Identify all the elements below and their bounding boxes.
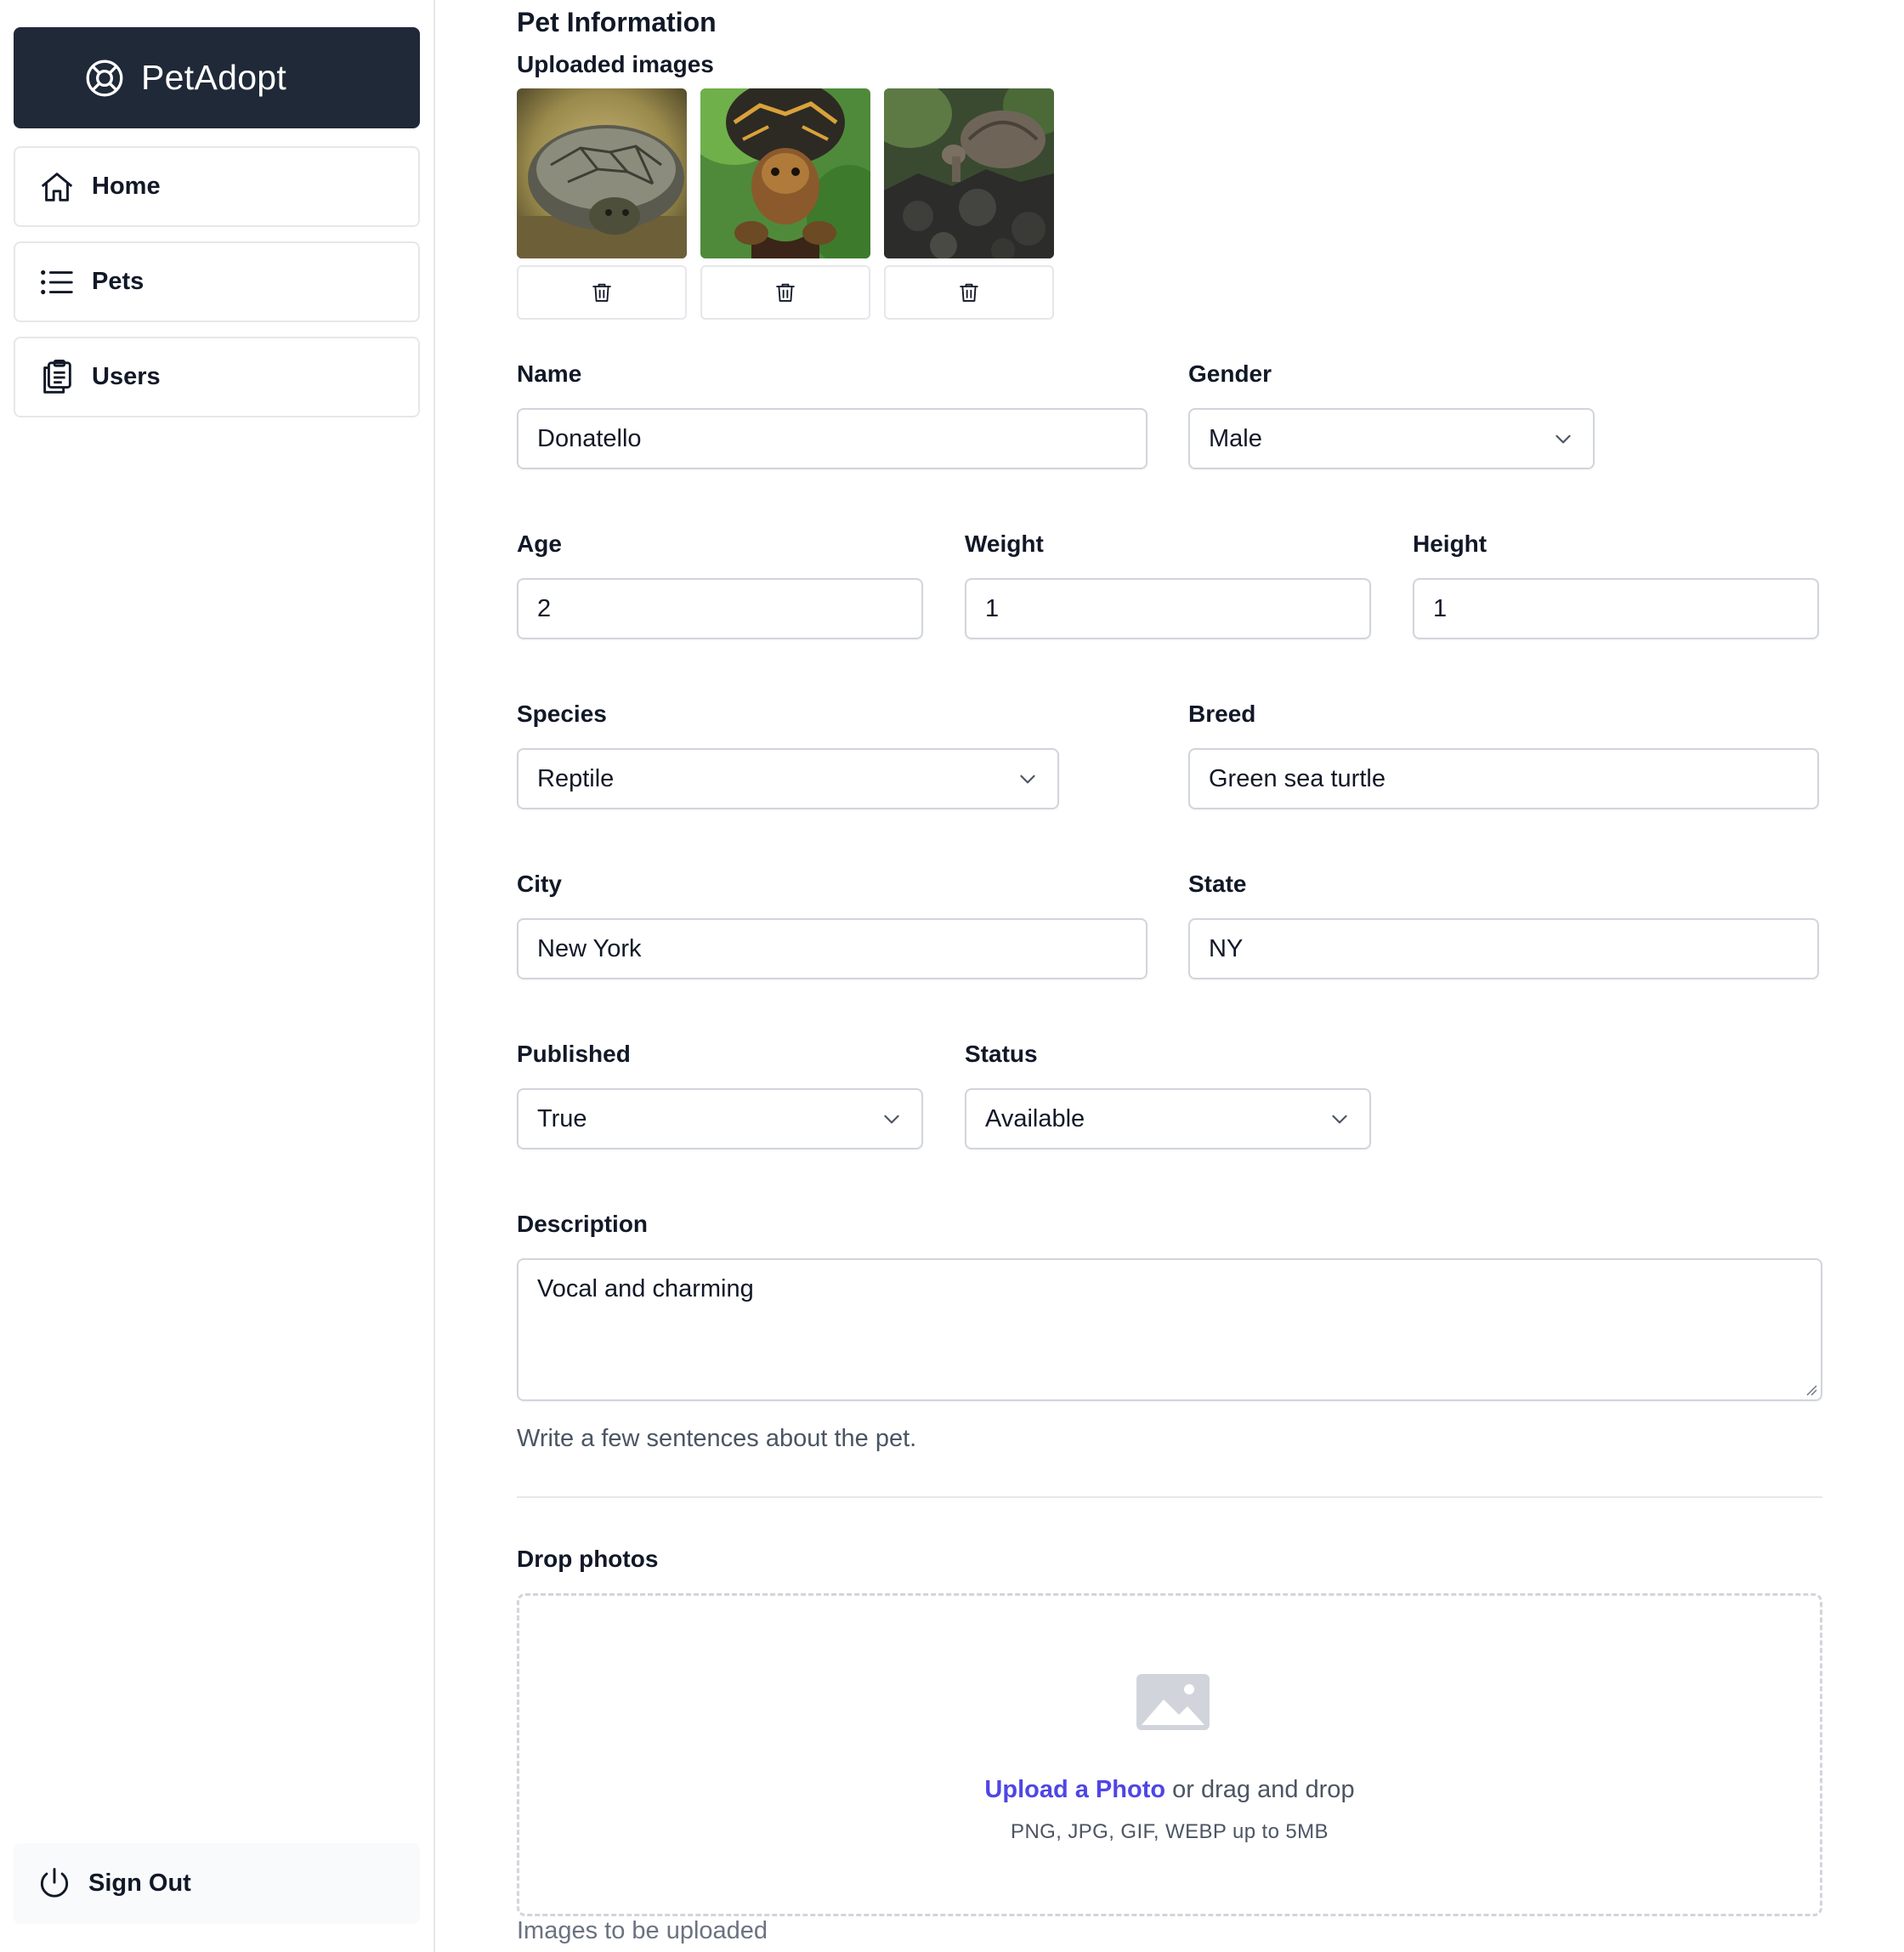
turtle-photo (700, 88, 870, 258)
resize-handle-icon[interactable] (1805, 1384, 1817, 1396)
turtle-photo (517, 88, 687, 258)
description-textarea[interactable]: Vocal and charming (517, 1258, 1822, 1401)
status-value: Available (985, 1104, 1085, 1132)
published-select[interactable]: True (517, 1088, 923, 1149)
sidebar-item-home[interactable]: Home (14, 146, 420, 227)
uploaded-image-item (700, 88, 870, 320)
uploaded-images-gallery (517, 88, 1054, 320)
pet-form: Pet Information Uploaded images Name Don… (517, 0, 1822, 1952)
drop-photos-label: Drop photos (517, 1546, 659, 1572)
list-icon (41, 270, 73, 294)
upload-photo-link[interactable]: Upload a Photo (984, 1776, 1165, 1803)
species-select[interactable]: Reptile (517, 748, 1059, 809)
trash-icon (776, 283, 795, 302)
power-icon (40, 1867, 69, 1898)
gender-value: Male (1209, 424, 1262, 452)
uploaded-image-item (517, 88, 687, 320)
chevron-down-icon (1556, 434, 1571, 444)
trash-icon (592, 283, 611, 302)
description-label: Description (517, 1211, 649, 1237)
home-icon (41, 172, 73, 201)
age-input[interactable]: 2 (517, 578, 923, 639)
file-type-hint: PNG, JPG, GIF, WEBP up to 5MB (1011, 1820, 1329, 1843)
description-value: Vocal and charming (537, 1275, 754, 1302)
lifebuoy-icon (86, 60, 123, 96)
age-label: Age (517, 531, 562, 557)
weight-input[interactable]: 1 (965, 578, 1371, 639)
species-value: Reptile (537, 764, 615, 792)
sidebar-item-pets[interactable]: Pets (14, 241, 420, 322)
city-input[interactable]: New York (517, 918, 1148, 979)
state-input[interactable]: NY (1188, 918, 1819, 979)
drag-drop-text: or drag and drop (1172, 1776, 1355, 1803)
name-input[interactable]: Donatello (517, 408, 1148, 469)
images-to-upload-label: Images to be uploaded (517, 1917, 768, 1944)
height-value: 1 (1433, 594, 1448, 622)
weight-value: 1 (985, 594, 1000, 622)
section-divider (517, 1496, 1822, 1498)
weight-label: Weight (965, 531, 1044, 557)
city-label: City (517, 871, 562, 897)
height-label: Height (1413, 531, 1488, 557)
age-value: 2 (537, 594, 552, 622)
status-select[interactable]: Available (965, 1088, 1371, 1149)
chevron-down-icon (1020, 775, 1035, 784)
chevron-down-icon (884, 1115, 899, 1124)
sign-out-label: Sign Out (88, 1870, 191, 1897)
delete-image-button[interactable] (517, 265, 687, 320)
delete-image-button[interactable] (884, 265, 1054, 320)
brand-logo[interactable]: PetAdopt (14, 27, 420, 128)
name-value: Donatello (537, 424, 642, 452)
uploaded-image (700, 88, 870, 258)
sidebar-item-label: Pets (92, 268, 144, 295)
photo-dropzone[interactable]: Upload a Photo or drag and drop PNG, JPG… (517, 1593, 1822, 1916)
state-label: State (1188, 871, 1247, 897)
status-label: Status (965, 1041, 1038, 1067)
delete-image-button[interactable] (700, 265, 870, 320)
sidebar-item-label: Home (92, 173, 161, 200)
breed-label: Breed (1188, 701, 1256, 727)
height-input[interactable]: 1 (1413, 578, 1819, 639)
published-label: Published (517, 1041, 631, 1067)
gender-label: Gender (1188, 360, 1272, 387)
tortoise-photo (884, 88, 1054, 258)
brand-name: PetAdopt (141, 58, 287, 97)
trash-icon (960, 283, 978, 302)
published-value: True (537, 1104, 587, 1132)
dropzone-instructions: Upload a Photo or drag and drop (519, 1776, 1820, 1804)
breed-value: Green sea turtle (1209, 764, 1386, 792)
page-title: Pet Information (517, 7, 717, 37)
uploaded-images-label: Uploaded images (517, 51, 714, 77)
sidebar: PetAdopt Home Pets Users Sign Out (0, 0, 435, 1952)
uploaded-image (884, 88, 1054, 258)
chevron-down-icon (1332, 1115, 1347, 1124)
sidebar-item-label: Users (92, 363, 161, 390)
sign-out-button[interactable]: Sign Out (14, 1843, 420, 1924)
species-label: Species (517, 701, 607, 727)
state-value: NY (1209, 934, 1244, 962)
name-label: Name (517, 360, 582, 387)
clipboard-icon (43, 359, 71, 394)
sidebar-item-users[interactable]: Users (14, 337, 420, 417)
city-value: New York (537, 934, 642, 962)
image-icon (1136, 1674, 1210, 1730)
uploaded-image (517, 88, 687, 258)
uploaded-image-item (884, 88, 1054, 320)
breed-input[interactable]: Green sea turtle (1188, 748, 1819, 809)
description-help-text: Write a few sentences about the pet. (517, 1425, 917, 1452)
gender-select[interactable]: Male (1188, 408, 1595, 469)
